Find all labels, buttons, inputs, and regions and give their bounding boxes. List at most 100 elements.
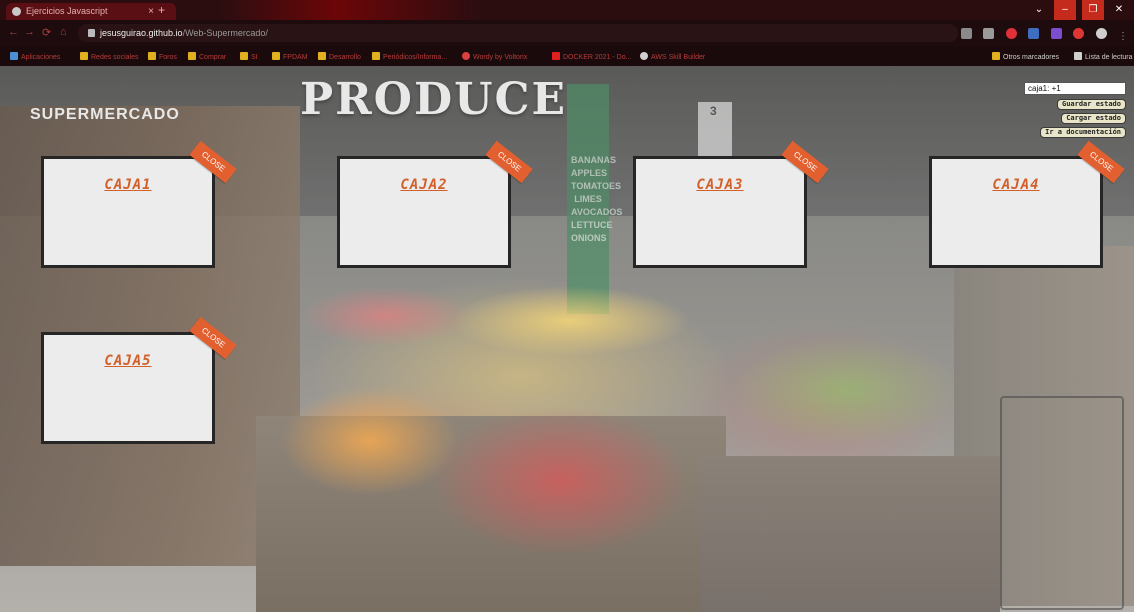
bookmark-apps[interactable]: Aplicaciones (10, 52, 60, 62)
bookmark-folder[interactable]: Comprar (188, 52, 226, 62)
folder-icon (318, 52, 326, 60)
bookmark-other[interactable]: Otros marcadores (992, 52, 1059, 62)
state-input[interactable] (1024, 82, 1126, 95)
bookmark-link[interactable]: AWS Skill Builder (640, 52, 705, 62)
browser-tab[interactable]: Ejercicios Javascript × (6, 3, 176, 20)
box-label[interactable]: CAJA3 (636, 177, 804, 193)
wordy-icon (462, 52, 470, 60)
more-menu-icon[interactable]: ⋮ (1118, 31, 1128, 42)
bookmark-link[interactable]: DOCKER 2021 - Do... (552, 52, 631, 62)
background-produce-sign: PRODUCE (300, 74, 568, 125)
star-icon[interactable] (983, 28, 995, 39)
new-tab-icon[interactable]: + (158, 3, 165, 17)
url-host: jesusguirao.github.io (100, 28, 183, 38)
bookmark-folder[interactable]: Redes sociales (80, 52, 138, 62)
apps-grid-icon (10, 52, 18, 60)
box-caja1[interactable]: CAJA1 CLOSE (41, 140, 237, 268)
column-sign-word: APPLES (571, 168, 608, 178)
bookmark-folder[interactable]: FPDAM (272, 52, 308, 62)
bookmark-label: AWS Skill Builder (651, 54, 706, 61)
bookmark-label: Comprar (199, 54, 227, 61)
url-text: jesusguirao.github.io/Web-Supermercado/ (100, 24, 268, 42)
github-icon (12, 7, 21, 16)
tab-close-icon[interactable]: × (148, 3, 154, 20)
profile-avatar-icon[interactable] (1095, 28, 1107, 39)
box-label[interactable]: CAJA5 (44, 353, 212, 369)
extension-blue-icon[interactable] (1028, 28, 1040, 39)
tab-title: Ejercicios Javascript (26, 6, 108, 16)
minimize-icon[interactable]: – (1054, 0, 1076, 20)
save-state-button[interactable]: Guardar estado (1056, 99, 1126, 110)
bookmark-link[interactable]: Wordy by Voltorix (462, 52, 527, 62)
docs-button[interactable]: Ir a documentación (1040, 127, 1126, 138)
lock-icon (88, 29, 95, 37)
background-shopping-cart (1000, 396, 1124, 610)
tab-bar-decoration (220, 0, 480, 20)
bookmark-label: Foros (159, 54, 177, 61)
extension-puzzle-icon[interactable] (1073, 28, 1085, 39)
reading-list-label: Lista de lectura (1085, 54, 1133, 61)
bookmark-apps-label: Aplicaciones (21, 54, 61, 61)
bookmark-folder[interactable]: SI (240, 52, 258, 62)
background-aisle-sign: 3 (698, 102, 732, 156)
box-caja3[interactable]: CAJA3 CLOSE (633, 140, 829, 268)
column-sign-word: TOMATOES (571, 181, 622, 191)
window-menu-icon[interactable]: ⌄ (1028, 0, 1050, 20)
extension-red-icon[interactable] (1005, 28, 1017, 39)
maximize-icon[interactable]: ❐ (1082, 0, 1104, 20)
column-sign-text: BANANAS APPLES TOMATOES LIMES AVOCADOS L… (571, 154, 623, 245)
bookmark-label: Desarrollo (329, 54, 361, 61)
folder-icon (272, 52, 280, 60)
folder-icon (188, 52, 196, 60)
bookmark-label: FPDAM (283, 54, 308, 61)
box-caja4[interactable]: CAJA4 CLOSE (929, 140, 1125, 268)
extension-icons: ⋮ (954, 26, 1128, 42)
forward-icon[interactable]: → (24, 26, 35, 38)
column-sign-word: BANANAS (571, 155, 616, 165)
box-caja2[interactable]: CAJA2 CLOSE (337, 140, 533, 268)
background-green-column: BANANAS APPLES TOMATOES LIMES AVOCADOS L… (567, 84, 623, 314)
column-sign-word: ONIONS (571, 233, 607, 243)
background-fruit (430, 406, 690, 556)
bookmark-folder[interactable]: Desarrollo (318, 52, 361, 62)
bookmark-label: DOCKER 2021 - Do... (563, 54, 632, 61)
address-toolbar: ← → ⟳ ⌂ jesusguirao.github.io/Web-Superm… (0, 20, 1134, 46)
bookmark-folder[interactable]: Periódicos/Informa... (372, 52, 447, 62)
url-path: /Web-Supermercado/ (182, 28, 268, 38)
youtube-icon (552, 52, 560, 60)
page-viewport: PRODUCE SUPERMERCADO 3 BANANAS APPLES TO… (0, 66, 1134, 612)
background-fruit-display (700, 456, 1000, 612)
back-icon[interactable]: ← (8, 26, 19, 38)
folder-icon (372, 52, 380, 60)
bookmarks-bar: Aplicaciones Redes sociales Foros Compra… (0, 46, 1134, 66)
column-sign-word: AVOCADOS (571, 207, 623, 217)
reading-list-icon (1074, 52, 1082, 60)
url-bar[interactable]: jesusguirao.github.io/Web-Supermercado/ (78, 24, 958, 42)
page-title: SUPERMERCADO (30, 106, 180, 123)
background-fruit (450, 286, 690, 356)
window-close-icon[interactable]: ✕ (1108, 0, 1130, 20)
bookmark-label: Redes sociales (91, 54, 139, 61)
bookmark-folder[interactable]: Foros (148, 52, 177, 62)
background-fruit (730, 336, 960, 446)
share-icon[interactable] (960, 28, 972, 39)
folder-icon (148, 52, 156, 60)
aisle-number: 3 (710, 104, 717, 118)
folder-icon (240, 52, 248, 60)
box-label[interactable]: CAJA2 (340, 177, 508, 193)
bookmark-label: SI (251, 54, 258, 61)
box-caja5[interactable]: CAJA5 CLOSE (41, 316, 237, 444)
box-label[interactable]: CAJA1 (44, 177, 212, 193)
bookmark-label: Wordy by Voltorix (473, 54, 528, 61)
background-fruit (300, 286, 470, 346)
home-icon[interactable]: ⌂ (60, 26, 67, 38)
reading-list[interactable]: Lista de lectura (1074, 52, 1132, 62)
extension-purple-icon[interactable] (1050, 28, 1062, 39)
column-sign-word: LETTUCE (571, 220, 613, 230)
reload-icon[interactable]: ⟳ (42, 26, 51, 39)
box-label[interactable]: CAJA4 (932, 177, 1100, 193)
folder-icon (992, 52, 1000, 60)
load-state-button[interactable]: Cargar estado (1061, 113, 1126, 124)
aws-icon (640, 52, 648, 60)
bookmark-label: Periódicos/Informa... (383, 54, 448, 61)
